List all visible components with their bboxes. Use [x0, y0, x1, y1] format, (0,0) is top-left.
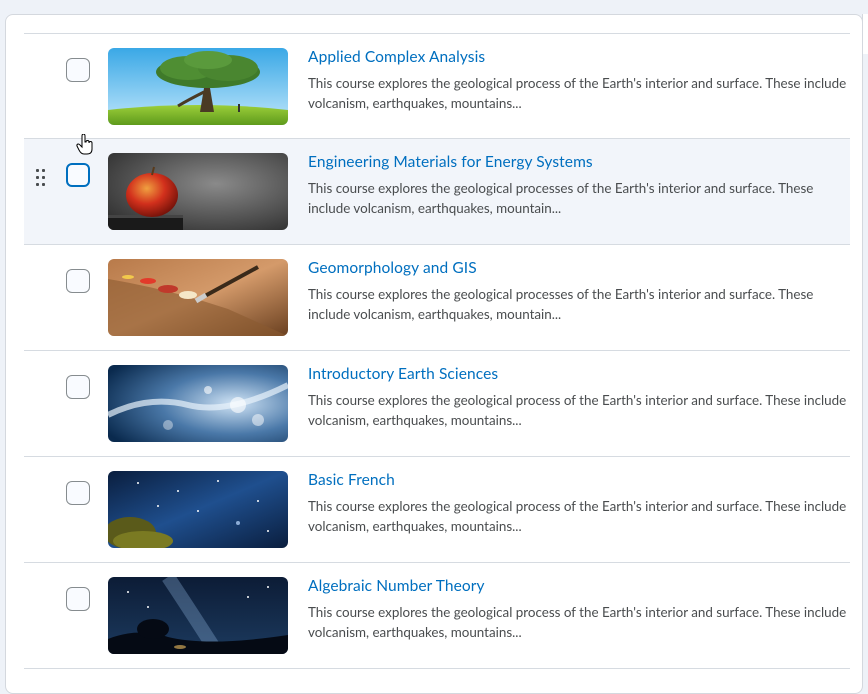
- course-list-panel: Applied Complex Analysis This course exp…: [5, 14, 863, 694]
- course-description: This course explores the geological proc…: [308, 180, 814, 216]
- list-item: Geomorphology and GIS This course explor…: [24, 245, 850, 351]
- scrollbar[interactable]: [862, 14, 868, 54]
- list-item: Introductory Earth Sciences This course …: [24, 351, 850, 457]
- course-title-link[interactable]: Basic French: [308, 471, 395, 489]
- select-checkbox[interactable]: [66, 269, 90, 293]
- course-description: This course explores the geological proc…: [308, 286, 814, 322]
- hand-cursor-icon: [76, 134, 93, 155]
- course-image-palette: [108, 259, 288, 336]
- select-checkbox[interactable]: [66, 587, 90, 611]
- course-image-water: [108, 365, 288, 442]
- list-item: Basic French This course explores the ge…: [24, 457, 850, 563]
- select-checkbox[interactable]: [66, 375, 90, 399]
- course-description: This course explores the geological proc…: [308, 392, 847, 428]
- list-item: Engineering Materials for Energy Systems…: [24, 139, 850, 245]
- course-title-link[interactable]: Introductory Earth Sciences: [308, 365, 498, 383]
- course-image-apple: [108, 153, 288, 230]
- list-item: Algebraic Number Theory This course expl…: [24, 563, 850, 669]
- course-list: Applied Complex Analysis This course exp…: [24, 33, 850, 669]
- course-description: This course explores the geological proc…: [308, 604, 847, 640]
- course-description: This course explores the geological proc…: [308, 498, 847, 534]
- course-image-milky-way: [108, 577, 288, 654]
- select-checkbox[interactable]: [66, 163, 90, 187]
- course-title-link[interactable]: Applied Complex Analysis: [308, 48, 485, 66]
- drag-handle-icon[interactable]: [36, 169, 46, 187]
- course-description: This course explores the geological proc…: [308, 75, 847, 111]
- course-image-tree: [108, 48, 288, 125]
- select-checkbox[interactable]: [66, 481, 90, 505]
- course-image-starry-sky: [108, 471, 288, 548]
- course-title-link[interactable]: Geomorphology and GIS: [308, 259, 477, 277]
- course-title-link[interactable]: Engineering Materials for Energy Systems: [308, 153, 593, 171]
- list-item: Applied Complex Analysis This course exp…: [24, 33, 850, 139]
- select-checkbox[interactable]: [66, 58, 90, 82]
- course-title-link[interactable]: Algebraic Number Theory: [308, 577, 485, 595]
